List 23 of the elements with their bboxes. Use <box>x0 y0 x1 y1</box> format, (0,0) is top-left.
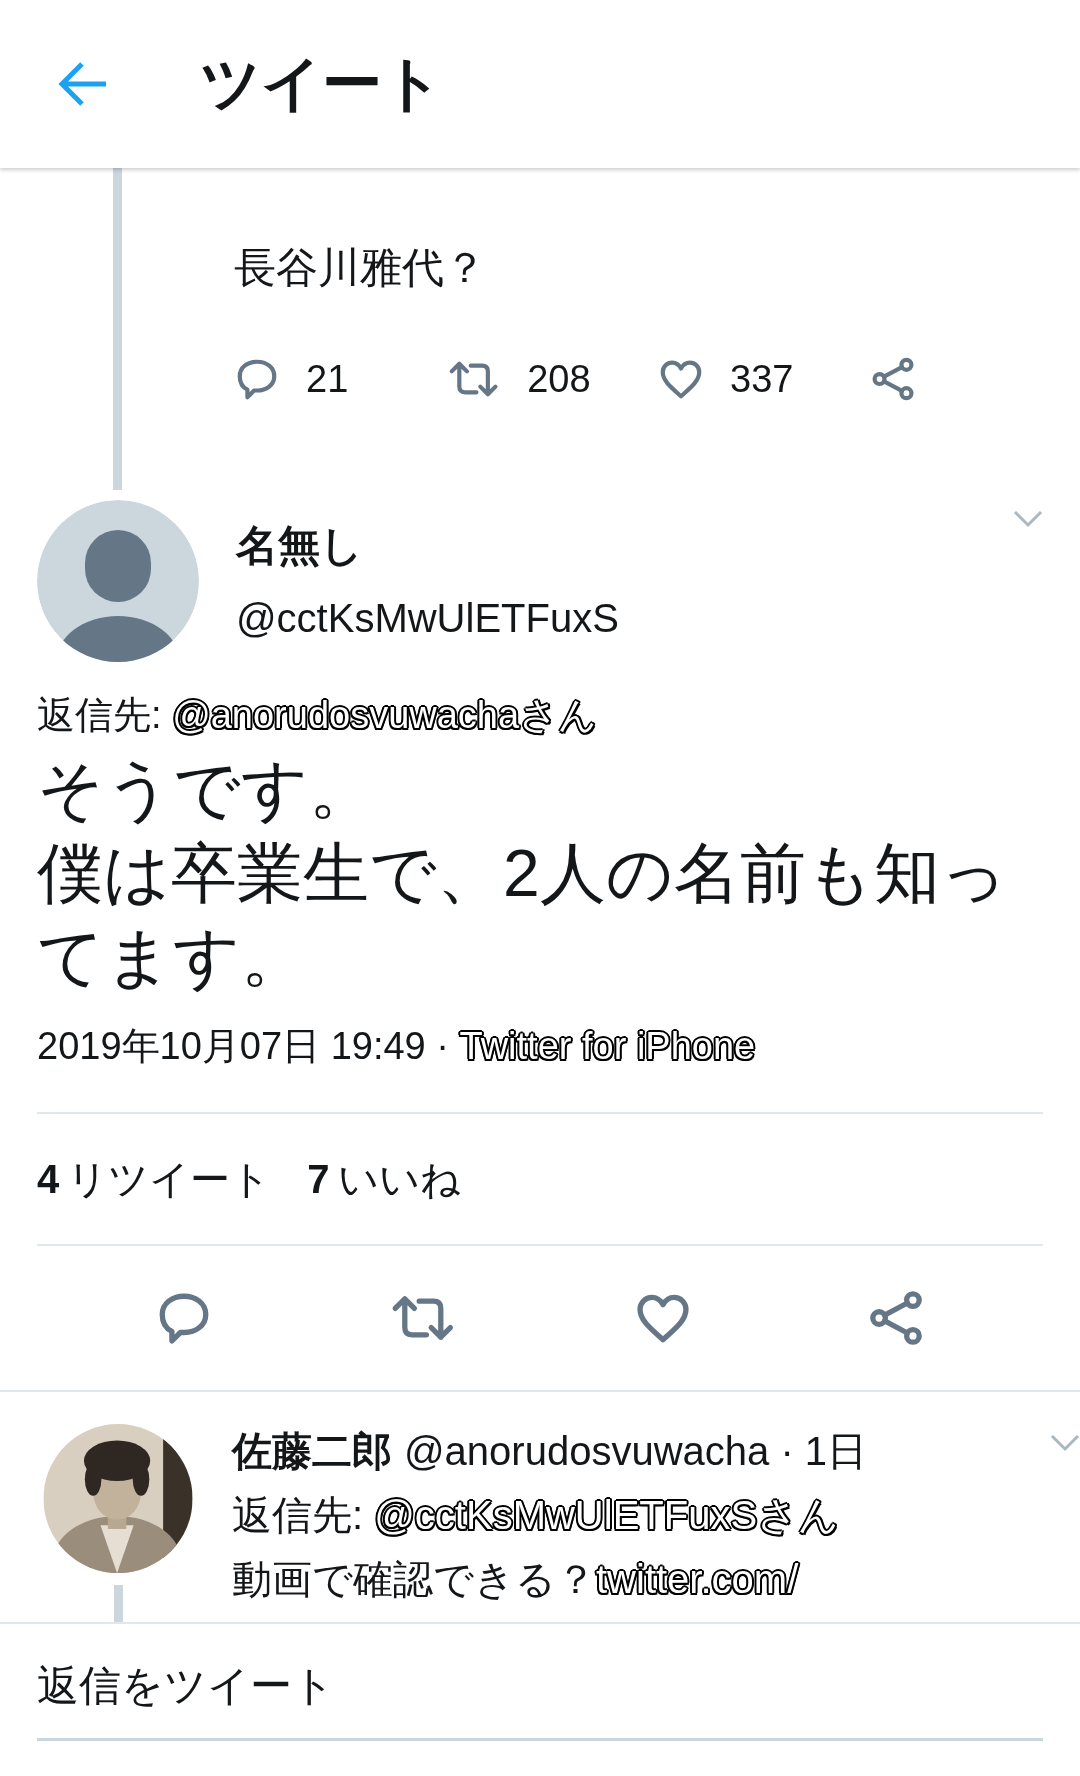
like-button[interactable]: 337 <box>658 356 870 402</box>
reply-to-label: 返信先: <box>232 1493 365 1537</box>
timestamp: 2019年10月07日 19:49 · <box>37 1025 450 1067</box>
page-title: ツイート <box>200 48 443 119</box>
tweet-text: 長谷川雅代？ <box>234 243 487 293</box>
mention-link[interactable]: @anorudosvuwachaさん <box>172 694 598 736</box>
back-arrow-icon <box>58 61 108 107</box>
reply-to-label: 返信先: <box>37 694 163 736</box>
tweet-text: そうです。 僕は卒業生で、2人の名前も知ってます。 <box>37 751 1009 996</box>
back-button[interactable] <box>58 61 108 107</box>
mention-link[interactable]: @cctKsMwUlETFuxSさん <box>374 1493 840 1537</box>
url-link[interactable]: twitter.com/ <box>596 1557 799 1601</box>
engagement-count[interactable]: 4 リツイート <box>37 1151 272 1207</box>
share-icon <box>870 356 916 402</box>
engagement-count[interactable]: 7 いいね <box>307 1151 461 1207</box>
user-handle: @cctKsMwUlETFuxS <box>236 596 620 641</box>
source-link[interactable]: Twitter for iPhone <box>459 1025 756 1067</box>
user-name: 佐藤二郎 <box>232 1429 392 1473</box>
reply-button[interactable]: 21 <box>234 356 446 402</box>
retweet-button[interactable]: 208 <box>446 356 658 402</box>
avatar[interactable] <box>37 500 199 662</box>
user-name: 名無し <box>236 521 364 571</box>
user-handle: @anorudosvuwacha · 1日 <box>404 1429 868 1473</box>
